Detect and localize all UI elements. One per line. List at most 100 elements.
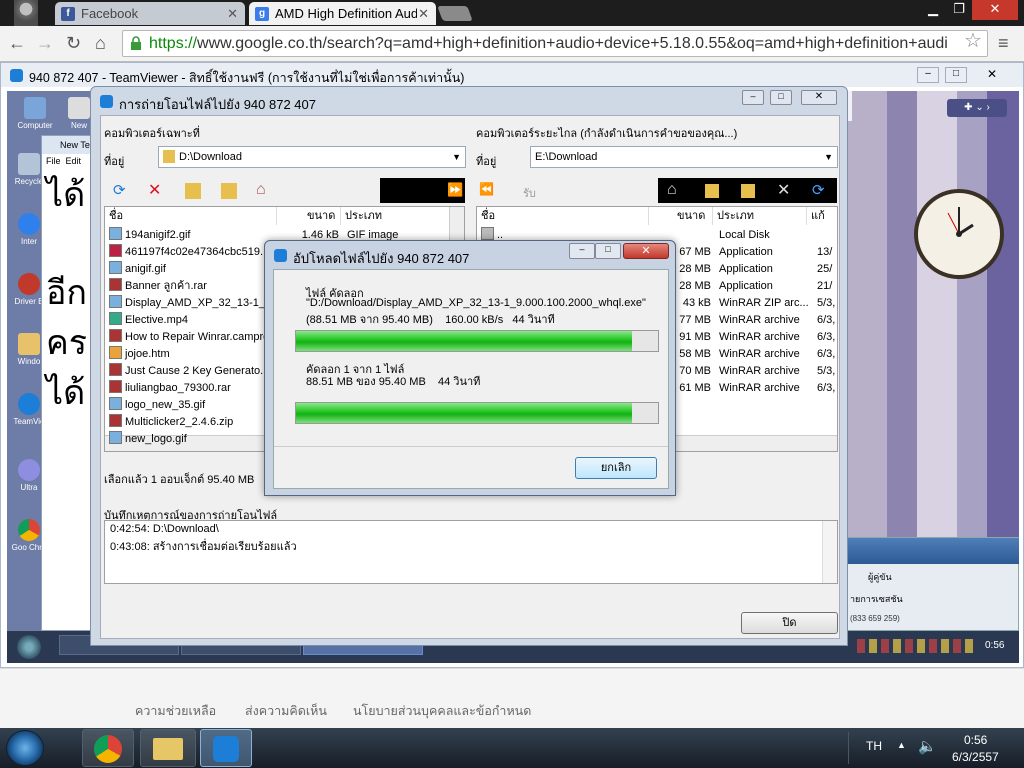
tab-facebook[interactable]: f Facebook ✕	[55, 2, 245, 25]
address-bar[interactable]: https://www.google.co.th/search?q=amd+hi…	[122, 30, 988, 57]
ft-maximize-button[interactable]: □	[770, 90, 792, 105]
new-tab-button[interactable]	[437, 6, 473, 21]
new-folder-icon[interactable]	[185, 183, 201, 199]
language-indicator[interactable]: TH	[866, 739, 882, 753]
send-icon[interactable]: ⏩	[447, 182, 463, 198]
remote-pane-header: คอมพิวเตอร์ระยะไกล (กำลังดำเนินการคำขอขอ…	[476, 128, 738, 140]
menu-edit[interactable]: Edit	[66, 156, 82, 166]
file-name: 461197f4c02e47364cbc519...	[125, 246, 270, 258]
desktop-icon-computer[interactable]: Computer	[15, 97, 55, 130]
tv-maximize-button[interactable]: □	[945, 67, 967, 83]
column-header-name[interactable]: ชื่อ	[105, 207, 277, 225]
close-transfer-button[interactable]: ปิด	[741, 612, 838, 634]
file-type: WinRAR ZIP arc...	[719, 297, 809, 309]
tv-close-button[interactable]: ✕	[977, 67, 1007, 83]
new-folder-icon[interactable]	[741, 184, 755, 198]
clock-gadget[interactable]	[914, 189, 1004, 279]
upload-dialog-body: ไฟล์ คัดลอก "D:/Download/Display_AMD_XP_…	[273, 269, 669, 489]
teamviewer-icon	[10, 69, 23, 82]
receive-label[interactable]: รับ	[523, 184, 536, 202]
file-name: Just Cause 2 Key Generato...	[125, 365, 270, 377]
remote-teamviewer-panel[interactable]: ผู้คู่ขัน ายการเซสชัน (833 659 259)	[847, 537, 1019, 631]
up-close-button[interactable]: ✕	[623, 243, 669, 259]
file-modified: 25/	[817, 263, 833, 275]
file-type: Local Disk	[719, 229, 770, 241]
facebook-icon: f	[61, 6, 75, 21]
menu-file[interactable]: File	[46, 156, 61, 166]
file-type: WinRAR archive	[719, 365, 800, 377]
file-icon	[109, 380, 122, 393]
folder-up-icon[interactable]	[221, 183, 237, 199]
file-icon	[109, 295, 122, 308]
menu-icon[interactable]: ≡	[998, 33, 1009, 53]
delete-icon[interactable]: ✕	[148, 183, 164, 199]
vertical-scrollbar[interactable]	[822, 521, 837, 583]
back-icon[interactable]: ←	[8, 33, 26, 53]
column-header-type[interactable]: ประเภท	[341, 207, 451, 225]
tab-google-search[interactable]: g AMD High Definition Aud ✕	[249, 2, 436, 25]
tab-label: AMD High Definition Aud	[275, 6, 417, 21]
tab-close-icon[interactable]: ✕	[418, 6, 429, 22]
home-icon[interactable]: ⌂	[95, 33, 106, 53]
taskbar-chrome[interactable]	[82, 729, 134, 767]
log-box[interactable]: 0:42:54: D:\Download\ 0:43:08: สร้างการเ…	[104, 520, 838, 584]
gadget-toolbar[interactable]: ✚ ⌄ ›	[947, 99, 1007, 117]
start-button[interactable]	[6, 730, 44, 766]
ft-close-button[interactable]: ✕	[801, 90, 837, 105]
profile-avatar[interactable]	[14, 0, 38, 26]
file-modified: 21/	[817, 280, 833, 292]
ft-minimize-button[interactable]: ‒	[742, 90, 764, 105]
column-header-modified[interactable]: แก้	[807, 207, 837, 225]
volume-icon[interactable]: 🔈	[918, 737, 937, 755]
home-icon[interactable]: ⌂	[256, 182, 272, 198]
cancel-button[interactable]: ยกเลิก	[575, 457, 657, 479]
windows-taskbar: TH ▲ 🔈 0:56 6/3/2557	[0, 728, 1024, 768]
file-type: WinRAR archive	[719, 331, 800, 343]
column-header-name[interactable]: ชื่อ	[477, 207, 649, 225]
file-name: How to Repair Winrar.campro	[125, 331, 270, 343]
bookmark-star-icon[interactable]: ☆	[964, 31, 982, 51]
file-name: liuliangbao_79300.rar	[125, 382, 231, 394]
column-header-size[interactable]: ขนาด	[649, 207, 713, 225]
clock-time[interactable]: 0:56	[964, 733, 987, 747]
forward-icon[interactable]: →	[36, 33, 54, 53]
chrome-icon	[94, 735, 122, 763]
teamviewer-titlebar: 940 872 407 - TeamViewer - สิทธิ์ใช้งานฟ…	[1, 63, 1023, 87]
remote-tray-icons[interactable]	[857, 639, 977, 653]
teamviewer-title: 940 872 407 - TeamViewer - สิทธิ์ใช้งานฟ…	[29, 71, 465, 85]
taskbar-explorer[interactable]	[140, 729, 196, 767]
file-icon	[109, 346, 122, 359]
local-location-combo[interactable]: D:\Download ▼	[158, 146, 466, 168]
taskbar-teamviewer[interactable]	[200, 729, 252, 767]
local-location-label: ที่อยู่	[104, 156, 125, 168]
remote-location-combo[interactable]: E:\Download ▼	[530, 146, 838, 168]
tv-minimize-button[interactable]: ‒	[917, 67, 939, 83]
reload-icon[interactable]: ↻	[66, 33, 81, 53]
footer-link-help[interactable]: ความช่วยเหลือ	[135, 701, 216, 721]
restore-button[interactable]: ❐	[946, 0, 972, 20]
local-selection-status: เลือกแล้ว 1 ออบเจ็กต์ 95.40 MB	[104, 474, 255, 486]
tab-close-icon[interactable]: ✕	[227, 6, 238, 22]
close-button[interactable]: ✕	[972, 0, 1018, 20]
column-header-type[interactable]: ประเภท	[713, 207, 807, 225]
home-icon[interactable]: ⌂	[667, 181, 677, 199]
delete-icon[interactable]: ✕	[777, 180, 790, 200]
folder-up-icon[interactable]	[705, 184, 719, 198]
up-maximize-button[interactable]: □	[595, 243, 621, 259]
file-name: Multiclicker2_2.4.6.zip	[125, 416, 234, 428]
remote-start-button[interactable]	[17, 635, 41, 659]
column-header-size[interactable]: ขนาด	[277, 207, 341, 225]
clock-date[interactable]: 6/3/2557	[952, 750, 999, 764]
tab-label: Facebook	[81, 6, 139, 21]
receive-icon[interactable]: ⏪	[479, 182, 494, 196]
refresh-icon[interactable]: ⟳	[812, 181, 825, 199]
refresh-icon[interactable]: ⟳	[113, 183, 129, 199]
remote-user-label: ผู้คู่ขัน	[868, 572, 892, 582]
show-hidden-icons[interactable]: ▲	[897, 740, 906, 750]
footer-link-privacy[interactable]: นโยบายส่วนบุคคลและข้อกำหนด	[353, 701, 531, 721]
up-minimize-button[interactable]: ‒	[569, 243, 595, 259]
browser-toolbar: ← → ↻ ⌂ https://www.google.co.th/search?…	[0, 26, 1024, 62]
minimize-button[interactable]: ▁	[920, 0, 946, 20]
footer-link-feedback[interactable]: ส่งความคิดเห็น	[245, 701, 327, 721]
file-type: WinRAR archive	[719, 382, 800, 394]
